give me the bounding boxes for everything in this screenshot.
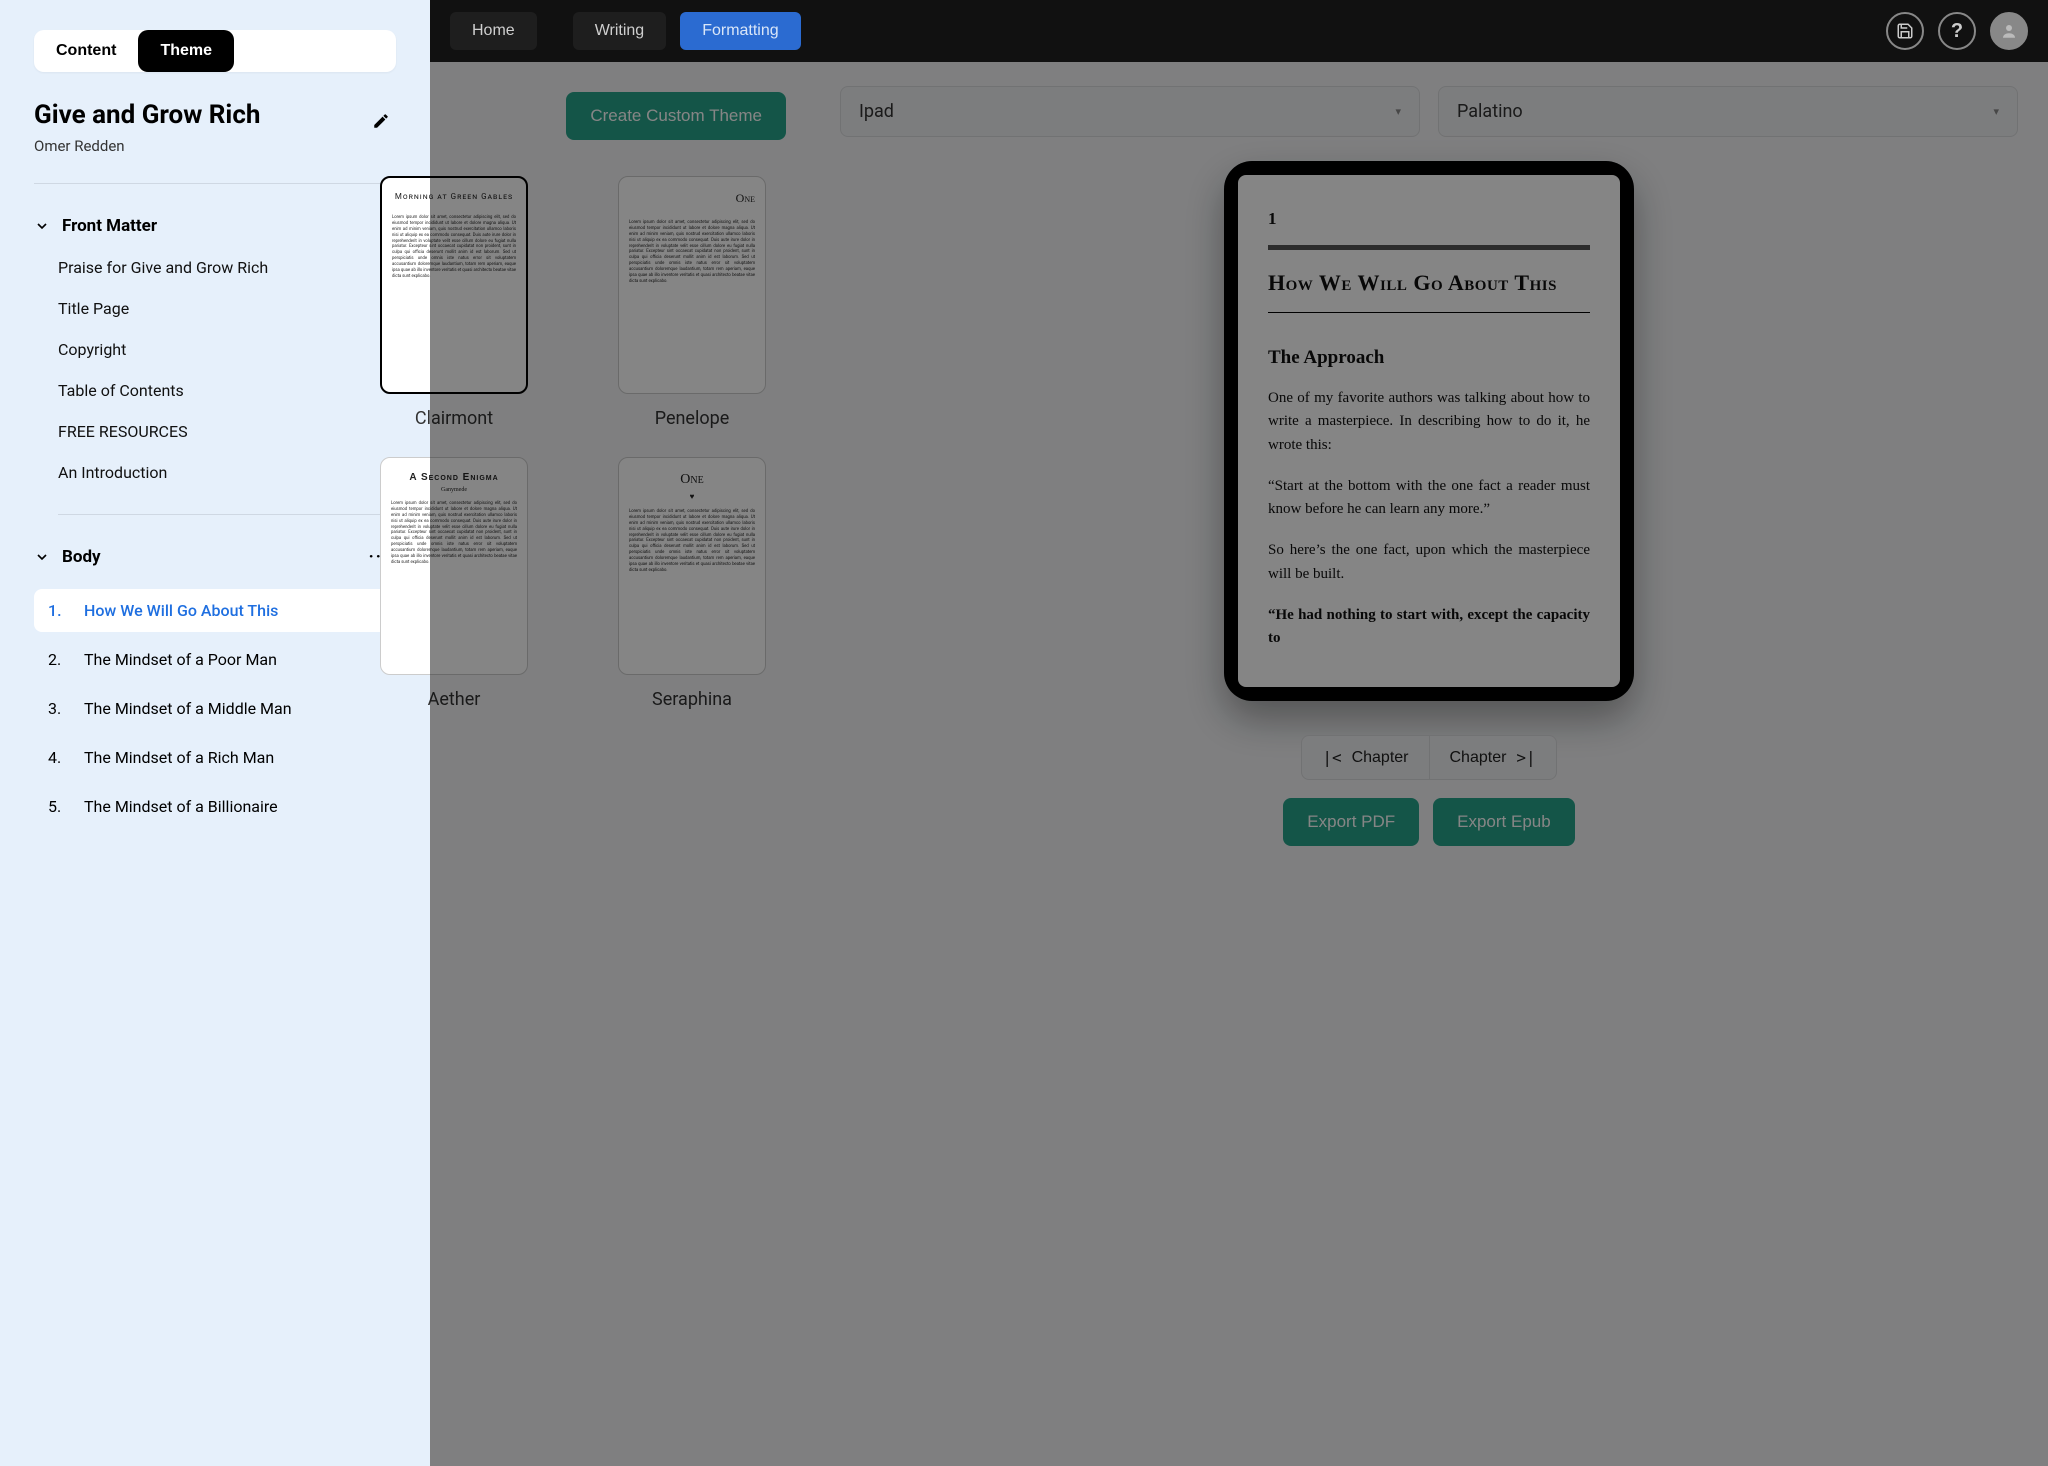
prev-chapter-label: Chapter [1352, 749, 1409, 767]
thumb-body: Lorem ipsum dolor sit amet, consectetur … [629, 509, 755, 574]
preview-chapter-number: 1 [1268, 209, 1590, 229]
chapter-nav: |< Chapter Chapter >| [840, 735, 2018, 780]
chapter-title: The Mindset of a Poor Man [84, 650, 277, 669]
thumb-subtitle: Ganymede [441, 487, 467, 493]
book-title: Give and Grow Rich [34, 100, 260, 131]
thumb-body: Lorem ipsum dolor sit amet, consectetur … [391, 501, 517, 566]
theme-label: Aether [428, 689, 481, 710]
themes-panel: Create Custom Theme Morning at Green Gab… [430, 62, 810, 1466]
chapter-number: 5. [48, 797, 66, 816]
thumb-title: Morning at Green Gables [395, 192, 513, 201]
theme-card-seraphina[interactable]: One ♥ Lorem ipsum dolor sit amet, consec… [598, 457, 786, 710]
preview-paragraph: “He had nothing to start with, except th… [1268, 604, 1590, 651]
preview-paragraph: One of my favorite authors was talking a… [1268, 387, 1590, 457]
thumb-title: One [680, 472, 703, 488]
sidebar-item-chapter[interactable]: 5. The Mindset of a Billionaire [34, 785, 390, 828]
export-epub-button[interactable]: Export Epub [1433, 798, 1575, 846]
thumb-title: One [736, 191, 755, 206]
font-select[interactable]: Palatino ▾ [1438, 86, 2018, 137]
divider [1268, 312, 1590, 313]
theme-label: Seraphina [652, 689, 732, 710]
account-button[interactable] [1990, 12, 2028, 50]
nav-home[interactable]: Home [450, 12, 537, 50]
thumb-body: Lorem ipsum dolor sit amet, consectetur … [629, 220, 755, 285]
export-row: Export PDF Export Epub [840, 798, 2018, 846]
theme-label: Penelope [655, 408, 730, 429]
chapter-number: 4. [48, 748, 66, 767]
section-label: Body [62, 547, 101, 567]
book-author: Omer Redden [34, 137, 260, 155]
sidebar-item-chapter[interactable]: 4. The Mindset of a Rich Man [34, 736, 390, 779]
help-button[interactable]: ? [1938, 12, 1976, 50]
theme-card-penelope[interactable]: One Lorem ipsum dolor sit amet, consecte… [598, 176, 786, 429]
nav-writing[interactable]: Writing [573, 12, 667, 50]
save-icon [1896, 22, 1914, 40]
font-value: Palatino [1457, 101, 1523, 122]
user-icon [2000, 22, 2018, 40]
preview-section-title: The Approach [1268, 347, 1590, 369]
tab-theme[interactable]: Theme [138, 30, 234, 72]
preview-page: 1 How We Will Go About This The Approach… [1238, 175, 1620, 687]
save-button[interactable] [1886, 12, 1924, 50]
theme-label: Clairmont [415, 408, 493, 429]
device-select[interactable]: Ipad ▾ [840, 86, 1420, 137]
heart-icon: ♥ [690, 492, 695, 501]
thumb-title: A Second Enigma [409, 472, 498, 483]
theme-grid: Morning at Green Gables Lorem ipsum dolo… [334, 176, 786, 710]
theme-card-clairmont[interactable]: Morning at Green Gables Lorem ipsum dolo… [334, 176, 574, 429]
chapter-title: How We Will Go About This [84, 601, 278, 620]
chevron-last-icon: >| [1516, 748, 1535, 767]
topbar: Home Writing Formatting ? [430, 0, 2048, 62]
nav-formatting[interactable]: Formatting [680, 12, 800, 50]
chapter-number: 2. [48, 650, 66, 669]
chevron-down-icon [34, 218, 50, 234]
device-value: Ipad [859, 101, 894, 122]
chapter-title: The Mindset of a Rich Man [84, 748, 274, 767]
chapter-number: 3. [48, 699, 66, 718]
question-icon: ? [1951, 20, 1963, 43]
section-label: Front Matter [62, 216, 157, 236]
prev-chapter-button[interactable]: |< Chapter [1301, 735, 1429, 780]
next-chapter-button[interactable]: Chapter >| [1430, 735, 1557, 780]
thumb-body: Lorem ipsum dolor sit amet, consectetur … [392, 215, 516, 280]
chevron-down-icon: ▾ [1395, 105, 1401, 118]
chevron-down-icon: ▾ [1993, 105, 1999, 118]
preview-chapter-title: How We Will Go About This [1268, 270, 1590, 296]
chevron-down-icon [34, 549, 50, 565]
chapter-title: The Mindset of a Billionaire [84, 797, 278, 816]
preview-paragraph: “Start at the bottom with the one fact a… [1268, 475, 1590, 522]
divider [1268, 245, 1590, 250]
next-chapter-label: Chapter [1450, 749, 1507, 767]
pencil-icon [372, 112, 390, 130]
export-pdf-button[interactable]: Export PDF [1283, 798, 1419, 846]
create-theme-button[interactable]: Create Custom Theme [566, 92, 786, 140]
theme-card-aether[interactable]: A Second Enigma Ganymede Lorem ipsum dol… [334, 457, 574, 710]
edit-title-button[interactable] [366, 106, 396, 139]
chapter-title: The Mindset of a Middle Man [84, 699, 292, 718]
chapter-number: 1. [48, 601, 66, 620]
device-preview: 1 How We Will Go About This The Approach… [1224, 161, 1634, 701]
chevron-first-icon: |< [1322, 748, 1341, 767]
sidebar-tabs: Content Theme [34, 30, 396, 72]
tab-content[interactable]: Content [34, 30, 138, 72]
preview-panel: Ipad ▾ Palatino ▾ 1 How We Will Go About… [810, 62, 2048, 1466]
preview-paragraph: So here’s the one fact, upon which the m… [1268, 539, 1590, 586]
